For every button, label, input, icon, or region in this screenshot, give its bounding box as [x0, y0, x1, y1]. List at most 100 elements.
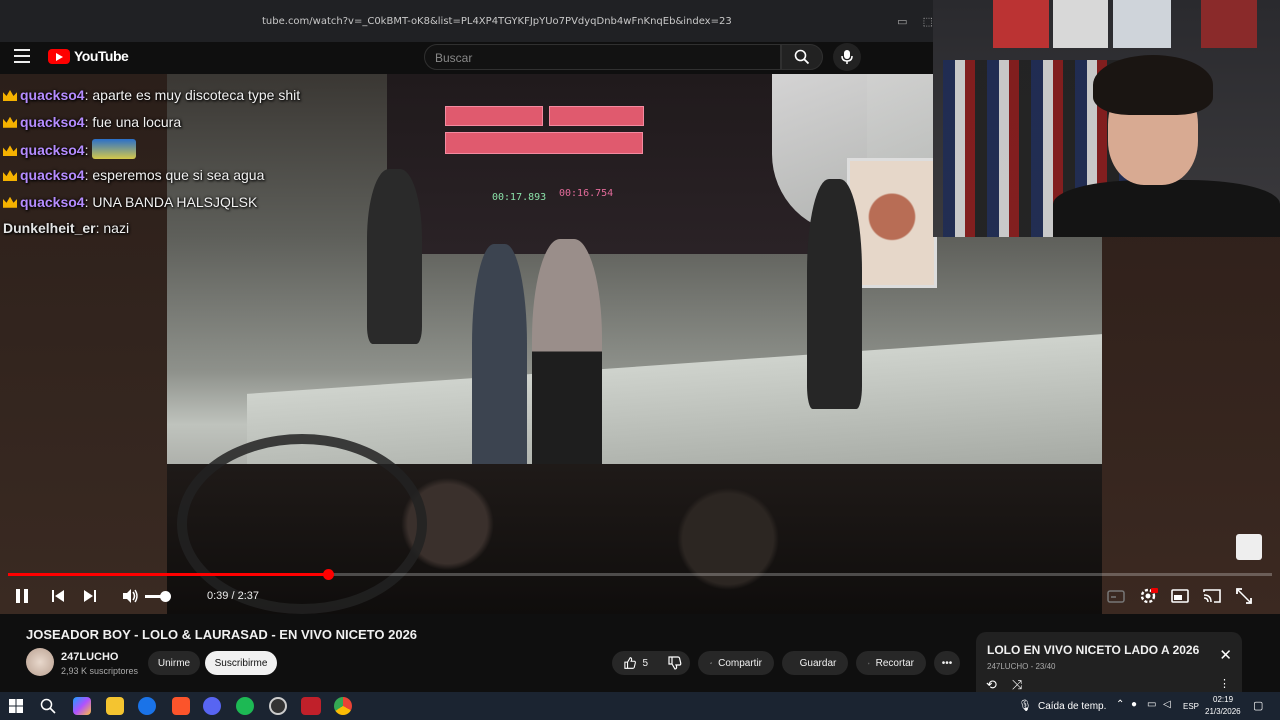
playlist-title[interactable]: LOLO EN VIVO NICETO LADO A 2026: [987, 643, 1199, 657]
chat-text: aparte es muy discoteca type shit: [92, 87, 301, 103]
copilot-icon[interactable]: [73, 697, 91, 715]
time-display: 0:39 / 2:37: [207, 590, 259, 602]
logo-text: YouTube: [74, 48, 129, 64]
progress-scrubber[interactable]: [322, 569, 334, 580]
volume-knob[interactable]: [160, 591, 171, 602]
share-icon: [710, 662, 713, 664]
progress-bar[interactable]: [8, 569, 1272, 580]
search-icon: [794, 49, 810, 65]
fullscreen-icon[interactable]: [1234, 586, 1254, 606]
menu-icon[interactable]: [14, 49, 30, 63]
language-indicator[interactable]: ESP: [1183, 702, 1199, 711]
more-actions-button[interactable]: •••: [934, 651, 960, 675]
youtube-play-icon: [48, 48, 70, 64]
brave-icon[interactable]: [172, 697, 190, 715]
progress-played: [8, 573, 328, 576]
browser-url-bar: tube.com/watch?v=_C0kBMT-oK8&list=PL4XP4…: [0, 0, 933, 42]
youtube-header: YouTube Buscar: [0, 42, 933, 74]
chat-username: quackso4: [20, 193, 85, 210]
chat-message: quackso4: UNA BANDA HALSJQLSK: [3, 193, 300, 220]
taskbar: 🎙 Caída de temp. ⌃ ● ▭ ◁ ESP 02:19 21/3/…: [0, 692, 1280, 720]
miniplayer-icon[interactable]: [1170, 586, 1190, 606]
channel-name[interactable]: 247LUCHO: [61, 651, 118, 663]
cast-icon[interactable]: [1202, 586, 1222, 606]
microphone-icon[interactable]: 🎙: [1018, 699, 1032, 712]
search-button[interactable]: [781, 44, 823, 70]
dislike-button[interactable]: [660, 651, 690, 675]
join-label: Unirme: [157, 657, 191, 669]
shuffle-icon[interactable]: ⤨: [1012, 677, 1022, 693]
thumbs-down-icon: [668, 656, 682, 670]
share-label: Compartir: [718, 657, 762, 669]
chat-username: quackso4: [20, 113, 85, 130]
clock-date[interactable]: 21/3/2026: [1205, 707, 1241, 716]
like-count: 5: [642, 657, 648, 669]
network-icon[interactable]: ▭: [1147, 699, 1156, 710]
crown-icon: [3, 170, 17, 182]
chat-text: nazi: [103, 220, 130, 237]
search-input[interactable]: Buscar: [424, 44, 781, 70]
clock-time[interactable]: 02:19: [1213, 695, 1233, 704]
chat-message: Dunkelheit_er: nazi: [3, 220, 130, 237]
more-vert-icon[interactable]: ⋮: [1219, 677, 1230, 690]
search-placeholder: Buscar: [435, 51, 473, 65]
volume-icon[interactable]: [120, 586, 140, 606]
share-button[interactable]: Compartir: [698, 651, 774, 675]
pause-icon[interactable]: [12, 586, 32, 606]
close-icon[interactable]: ✕: [1219, 646, 1232, 664]
crown-icon: [3, 145, 17, 157]
settings-icon[interactable]: [1138, 586, 1158, 606]
chat-username: Dunkelheit_er: [3, 220, 96, 237]
subtitles-icon[interactable]: [1106, 586, 1126, 606]
channel-watermark[interactable]: [1236, 534, 1262, 560]
weather-text[interactable]: Caída de temp.: [1038, 701, 1106, 712]
playlist-subtitle: 247LUCHO - 23/40: [987, 662, 1056, 671]
speaker-icon[interactable]: ◁: [1163, 699, 1171, 710]
chat-overlay: quackso4: aparte es muy discoteca type s…: [3, 86, 300, 246]
reader-icon[interactable]: ▭: [897, 16, 907, 28]
subscribe-label: Suscribirme: [214, 657, 268, 669]
chat-message: quackso4: esperemos que si sea agua: [3, 166, 300, 193]
like-button[interactable]: 5: [612, 651, 660, 675]
subscribe-button[interactable]: Suscribirme: [205, 651, 277, 675]
next-icon[interactable]: [80, 586, 100, 606]
obs-icon[interactable]: [269, 697, 287, 715]
crown-icon: [3, 196, 17, 208]
mic-tray-icon[interactable]: ●: [1131, 699, 1137, 710]
subscriber-count: 2,93 K suscriptores: [61, 666, 139, 676]
save-button[interactable]: Guardar: [782, 651, 848, 675]
discord-icon[interactable]: [203, 697, 221, 715]
streamer-shirt: [1053, 180, 1280, 237]
chevron-up-icon[interactable]: ⌃: [1116, 699, 1124, 710]
windows-start-icon[interactable]: [9, 699, 23, 713]
chat-message: quackso4: aparte es muy discoteca type s…: [3, 86, 300, 113]
microphone-icon: [841, 50, 853, 64]
url-text[interactable]: tube.com/watch?v=_C0kBMT-oK8&list=PL4XP4…: [262, 16, 732, 27]
chat-username: quackso4: [20, 167, 85, 184]
previous-icon[interactable]: [48, 586, 68, 606]
notification-icon[interactable]: ▢: [1253, 699, 1263, 712]
search-icon[interactable]: [40, 698, 56, 714]
save-label: Guardar: [799, 657, 837, 669]
channel-avatar[interactable]: [26, 648, 54, 676]
chrome-icon[interactable]: [334, 697, 352, 715]
browser-actions: ▭ ⬚: [885, 15, 933, 28]
video-app-icon[interactable]: [301, 697, 321, 715]
chat-message: quackso4:: [3, 139, 300, 166]
clip-button[interactable]: Recortar: [856, 651, 926, 675]
extension-icon[interactable]: ⬚: [923, 16, 933, 28]
chat-text: esperemos que si sea agua: [92, 167, 265, 184]
chat-username: quackso4: [20, 142, 85, 159]
crown-icon: [3, 90, 17, 101]
chat-text: fue una locura: [92, 113, 182, 130]
spotify-icon[interactable]: [236, 697, 254, 715]
youtube-logo[interactable]: YouTube: [48, 48, 129, 64]
edge-icon[interactable]: [138, 697, 156, 715]
loop-icon[interactable]: ⟲: [986, 677, 997, 693]
emote-icon: [92, 139, 137, 160]
join-button[interactable]: Unirme: [148, 651, 200, 675]
voice-search-button[interactable]: [833, 43, 861, 71]
file-explorer-icon[interactable]: [106, 697, 124, 715]
video-title: JOSEADOR BOY - LOLO & LAURASAD - EN VIVO…: [26, 627, 418, 642]
clip-label: Recortar: [875, 657, 914, 669]
